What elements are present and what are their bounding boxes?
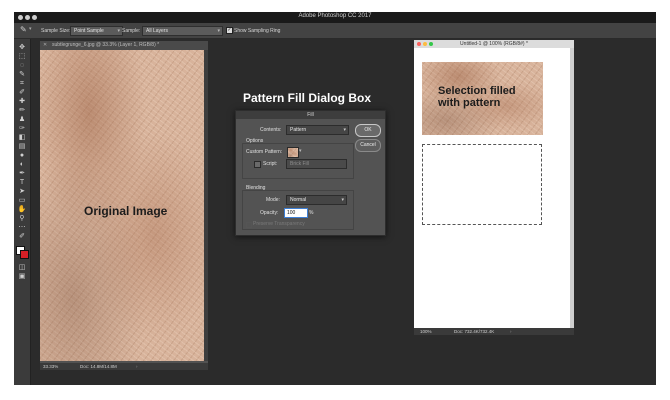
shape-tool-icon[interactable]: ▭: [17, 197, 27, 204]
mode-select[interactable]: Normal ▾: [286, 195, 347, 205]
dodge-tool-icon[interactable]: ◐: [17, 161, 27, 168]
title-bar: Adobe Photoshop CC 2017: [14, 12, 656, 23]
hand-tool-icon[interactable]: ✋: [17, 206, 27, 213]
options-bar: ✎ ▾ Sample Size: Point Sample ▾ Sample: …: [14, 23, 656, 39]
document-size: Doc: 14.8M/14.8M: [80, 364, 117, 369]
chevron-right-icon[interactable]: ›: [510, 328, 512, 335]
lasso-tool-icon[interactable]: ◌: [17, 62, 27, 69]
crop-tool-icon[interactable]: ⌗: [17, 80, 27, 87]
contents-select[interactable]: Pattern ▾: [286, 125, 349, 135]
vertical-scrollbar[interactable]: [570, 48, 574, 328]
ok-button[interactable]: OK: [355, 124, 381, 137]
document-window-original: ✕ subtlegrunge_6.jpg @ 33.3% (Layer 1, R…: [40, 41, 208, 370]
preserve-transparency-label: Preserve Transparency: [253, 221, 305, 227]
chevron-down-icon[interactable]: ▾: [29, 26, 32, 32]
chevron-right-icon[interactable]: ›: [136, 363, 138, 370]
selection-filled-label-line1: Selection filled: [438, 85, 516, 97]
eyedropper-tool-icon[interactable]: ✐: [17, 89, 27, 96]
selection-filled-label-line2: with pattern: [438, 97, 501, 109]
blur-tool-icon[interactable]: ●: [17, 152, 27, 159]
pattern-fill-heading: Pattern Fill Dialog Box: [243, 91, 372, 105]
sample-label: Sample:: [122, 28, 141, 34]
chevron-down-icon: ▾: [217, 28, 220, 34]
sample-size-value: Point Sample: [74, 28, 104, 34]
brush-tool-icon[interactable]: ✏: [17, 107, 27, 114]
vertical-scrollbar[interactable]: [204, 50, 208, 361]
zoom-level: 33.33%: [43, 364, 59, 369]
fill-dialog: Fill Contents: Pattern ▾ OK Cancel Optio…: [235, 110, 386, 236]
script-value: Brick Fill: [290, 161, 309, 167]
sample-select[interactable]: All Layers ▾: [142, 26, 223, 36]
original-image-label: Original Image: [84, 204, 168, 218]
document-window-untitled: Untitled-1 @ 100% (RGB/8#) * Selection f…: [414, 40, 574, 335]
contents-value: Pattern: [290, 127, 307, 133]
show-sampling-ring-label: Show Sampling Ring: [234, 28, 281, 34]
screen-mode-icon[interactable]: ▣: [17, 273, 27, 280]
script-label: Script:: [263, 161, 278, 167]
chevron-down-icon: ▾: [343, 127, 346, 133]
close-tab-icon[interactable]: ✕: [43, 41, 47, 50]
healing-brush-tool-icon[interactable]: ✚: [17, 98, 27, 105]
eraser-tool-icon[interactable]: ◧: [17, 134, 27, 141]
tools-panel: ✥ ⬚ ◌ ✎ ⌗ ✐ ✚ ✏ ♟ ✑ ◧ ▤ ● ◐ ✒ T ➤ ▭ ✋ ⚲ …: [14, 39, 31, 385]
photoshop-window: Adobe Photoshop CC 2017 ✎ ▾ Sample Size:…: [14, 12, 656, 385]
quick-select-tool-icon[interactable]: ✎: [17, 71, 27, 78]
chevron-down-icon: ▾: [341, 197, 344, 203]
untitled-title-bar: Untitled-1 @ 100% (RGB/8#) *: [414, 40, 574, 48]
more-tools-icon[interactable]: ⋯: [17, 224, 27, 231]
custom-pattern-label: Custom Pattern:: [246, 149, 283, 155]
marquee-tool-icon[interactable]: ⬚: [17, 53, 27, 60]
document-size: Doc: 732.4K/732.4K: [454, 329, 495, 334]
contents-label: Contents:: [260, 127, 282, 133]
pattern-swatch[interactable]: [287, 147, 299, 158]
sample-value: All Layers: [146, 28, 168, 34]
empty-selection-marquee[interactable]: [422, 144, 542, 225]
app-title: Adobe Photoshop CC 2017: [298, 13, 372, 19]
quick-mask-icon[interactable]: ◫: [17, 264, 27, 271]
chevron-down-icon[interactable]: ▾: [299, 148, 302, 154]
document-tab-title: subtlegrunge_6.jpg @ 33.3% (Layer 1, RGB…: [52, 42, 160, 48]
sample-size-select[interactable]: Point Sample ▾: [70, 26, 123, 36]
eyedropper-icon[interactable]: ✎: [20, 25, 27, 34]
script-select[interactable]: Brick Fill: [286, 159, 347, 169]
document-tab[interactable]: ✕ subtlegrunge_6.jpg @ 33.3% (Layer 1, R…: [40, 41, 208, 50]
move-tool-icon[interactable]: ✥: [17, 44, 27, 51]
mode-value: Normal: [290, 197, 307, 203]
selection-filled-label: Selection filled with pattern: [438, 85, 516, 109]
status-bar: 33.33% Doc: 14.8M/14.8M ›: [40, 363, 208, 370]
history-brush-tool-icon[interactable]: ✑: [17, 125, 27, 132]
zoom-tool-icon[interactable]: ⚲: [17, 215, 27, 222]
mode-label: Mode:: [266, 197, 280, 203]
type-tool-icon[interactable]: T: [17, 179, 27, 186]
script-checkbox[interactable]: [254, 161, 261, 168]
untitled-title: Untitled-1 @ 100% (RGB/8#) *: [460, 41, 528, 47]
gradient-tool-icon[interactable]: ▤: [17, 143, 27, 150]
pen-tool-icon[interactable]: ✒: [17, 170, 27, 177]
opacity-label: Opacity:: [260, 210, 279, 216]
opacity-unit: %: [309, 210, 314, 216]
chevron-down-icon: ▾: [117, 28, 120, 34]
background-color-swatch[interactable]: [20, 250, 29, 259]
opacity-input[interactable]: 100: [284, 208, 308, 218]
show-sampling-ring-checkbox[interactable]: ✓: [226, 27, 233, 34]
zoom-level: 100%: [420, 329, 432, 334]
eyedropper-tool-icon[interactable]: ✐: [17, 233, 27, 240]
fill-dialog-title: Fill: [236, 111, 385, 119]
preserve-transparency-checkbox[interactable]: [246, 222, 252, 228]
path-selection-tool-icon[interactable]: ➤: [17, 188, 27, 195]
clone-stamp-tool-icon[interactable]: ♟: [17, 116, 27, 123]
cancel-button[interactable]: Cancel: [355, 139, 381, 152]
sample-size-label: Sample Size:: [41, 28, 71, 34]
status-bar: 100% Doc: 732.4K/732.4K ›: [414, 328, 574, 335]
